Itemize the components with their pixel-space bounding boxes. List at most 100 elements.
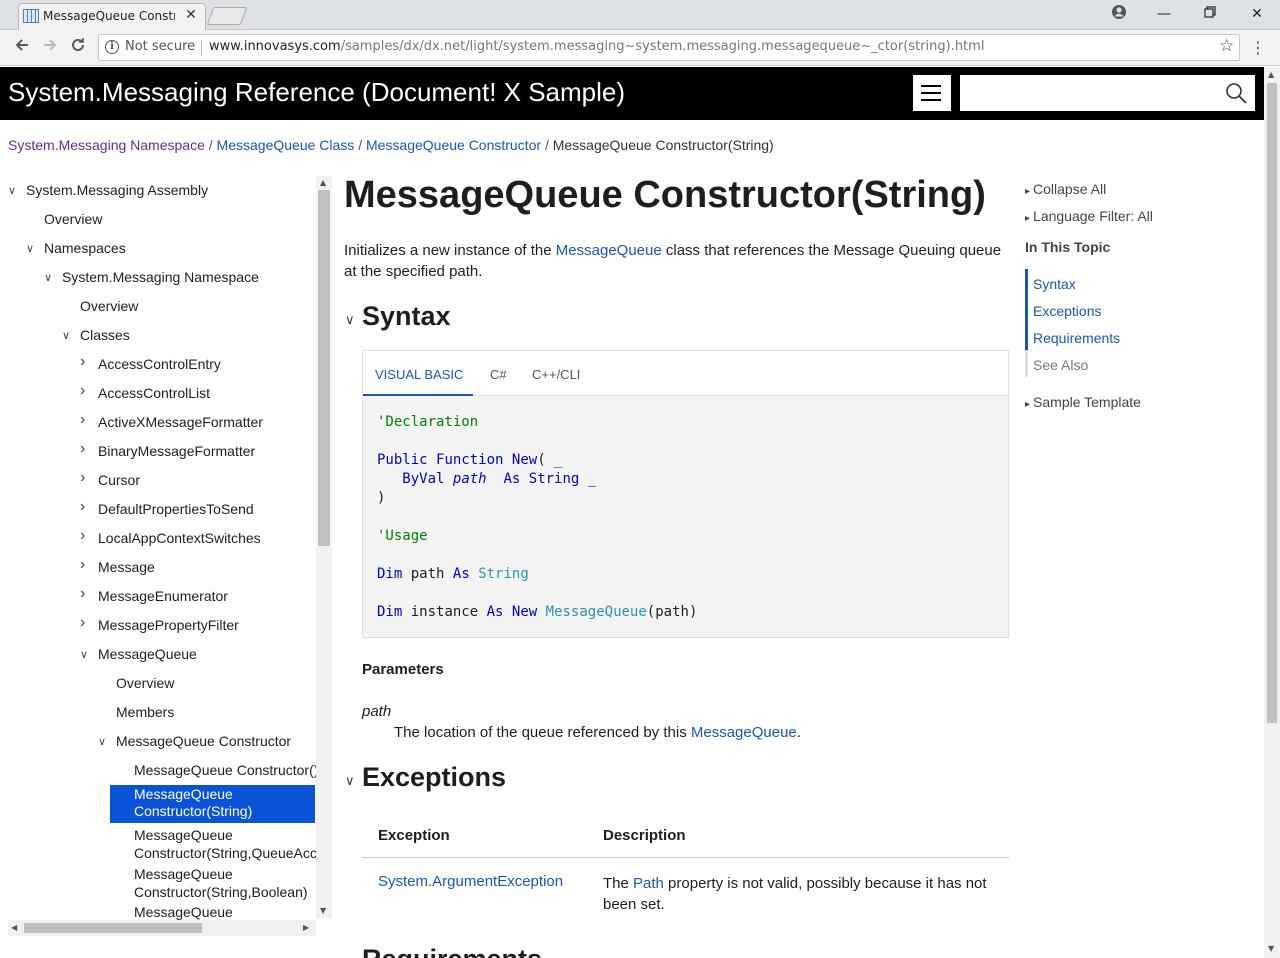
breadcrumb-link-class[interactable]: MessageQueue Class: [217, 137, 355, 153]
toc-horizontal-scrollbar[interactable]: ◀ ▶: [8, 920, 316, 936]
forward-arrow-icon[interactable]: [38, 36, 62, 60]
param-messagequeue-link[interactable]: MessageQueue: [691, 724, 797, 741]
chevron-down-icon[interactable]: ∨: [8, 185, 20, 197]
chevron-right-icon[interactable]: ›: [80, 528, 92, 544]
topic-link-requirements[interactable]: Requirements: [1033, 330, 1120, 346]
code-type: String: [528, 471, 580, 487]
topic-link-syntax[interactable]: Syntax: [1033, 276, 1076, 292]
tab-csharp[interactable]: C#: [490, 367, 507, 382]
breadcrumb-link-constructor[interactable]: MessageQueue Constructor: [366, 137, 541, 153]
toc-item[interactable]: Message: [98, 559, 155, 575]
toc-item[interactable]: Overview: [80, 298, 138, 314]
requirements-heading[interactable]: Requirements: [362, 944, 542, 958]
chevron-right-icon[interactable]: ›: [80, 383, 92, 399]
site-title[interactable]: System.Messaging Reference (Document! X …: [8, 77, 625, 108]
security-status[interactable]: Not secure: [125, 39, 195, 54]
toc-item[interactable]: MessageQueue Constructor(): [134, 762, 318, 778]
chevron-right-icon[interactable]: ›: [80, 441, 92, 457]
collapse-all-button[interactable]: Collapse All: [1025, 181, 1106, 197]
chevron-down-icon[interactable]: ∨: [98, 736, 110, 748]
toc-item[interactable]: MessageQueue: [134, 904, 233, 920]
topic-link-see-also[interactable]: See Also: [1033, 357, 1088, 373]
toc-item[interactable]: System.Messaging Assembly: [26, 182, 208, 198]
toc-item[interactable]: DefaultPropertiesToSend: [98, 501, 254, 517]
chevron-right-icon[interactable]: ›: [80, 412, 92, 428]
toc-scrollbar[interactable]: ▲ ▼: [316, 176, 332, 918]
exceptions-heading[interactable]: Exceptions: [362, 762, 506, 793]
toc-item[interactable]: AccessControlList: [98, 385, 210, 401]
intro-messagequeue-link[interactable]: MessageQueue: [556, 242, 662, 259]
minimize-icon[interactable]: —: [1152, 4, 1176, 24]
toc-item[interactable]: Classes: [80, 327, 130, 343]
sample-template-button[interactable]: Sample Template: [1025, 394, 1141, 410]
tab-cpp-cli[interactable]: C++/CLI: [532, 367, 580, 382]
syntax-collapse-chevron-icon[interactable]: ∨: [345, 312, 355, 328]
chevron-right-icon[interactable]: ›: [80, 586, 92, 602]
chevron-right-icon[interactable]: ›: [80, 470, 92, 486]
toc-item[interactable]: MessageEnumerator: [98, 588, 228, 604]
toc-scroll-left-icon[interactable]: ◀: [11, 923, 17, 932]
toc-scroll-thumb[interactable]: [318, 190, 330, 546]
toc-item[interactable]: ActiveXMessageFormatter: [98, 414, 263, 430]
close-tab-icon[interactable]: ✕: [183, 7, 199, 23]
restore-icon[interactable]: [1198, 4, 1222, 24]
reload-icon[interactable]: [66, 36, 90, 60]
toc-item[interactable]: MessageQueue Constructor(String,QueueAcc: [134, 826, 317, 862]
scroll-up-icon[interactable]: ▲: [1268, 70, 1274, 79]
url-divider: [201, 40, 202, 56]
code-type-link[interactable]: String: [478, 566, 529, 582]
chevron-down-icon[interactable]: ∨: [26, 243, 38, 255]
close-window-icon[interactable]: ✕: [1245, 4, 1269, 24]
info-icon[interactable]: i: [105, 40, 119, 54]
toc-item-selected[interactable]: MessageQueue Constructor(String): [110, 785, 315, 823]
toc-hscroll-thumb[interactable]: [24, 923, 202, 933]
toc-item[interactable]: AccessControlEntry: [98, 356, 221, 372]
syntax-heading[interactable]: Syntax: [362, 301, 451, 332]
exceptions-collapse-chevron-icon[interactable]: ∨: [345, 773, 355, 789]
toc-scroll-up-icon[interactable]: ▲: [320, 178, 326, 187]
page-scrollbar[interactable]: ▲ ▼: [1264, 67, 1280, 958]
toc-item[interactable]: BinaryMessageFormatter: [98, 443, 255, 459]
toc-item[interactable]: MessagePropertyFilter: [98, 617, 239, 633]
browser-tab[interactable]: MessageQueue Constructor(String) ✕: [18, 3, 206, 30]
toc-item[interactable]: Overview: [44, 211, 102, 227]
back-arrow-icon[interactable]: [10, 36, 34, 60]
chevron-right-icon[interactable]: ›: [80, 354, 92, 370]
bookmark-star-icon[interactable]: ☆: [1219, 36, 1234, 56]
scroll-down-icon[interactable]: ▼: [1268, 944, 1274, 953]
toc-item[interactable]: MessageQueue Constructor(String,Boolean): [134, 865, 308, 901]
chevron-down-icon[interactable]: ∨: [62, 330, 74, 342]
toc-item[interactable]: System.Messaging Namespace: [62, 269, 259, 285]
new-tab-button[interactable]: [206, 7, 248, 25]
exception-link[interactable]: System.ArgumentException: [378, 873, 563, 890]
toc-item[interactable]: LocalAppContextSwitches: [98, 530, 261, 546]
chevron-right-icon[interactable]: ›: [80, 615, 92, 631]
toc-item-label: Constructor(String,Boolean): [134, 884, 308, 900]
toc-item[interactable]: MessageQueue: [98, 646, 197, 662]
chevron-down-icon[interactable]: ∨: [80, 649, 92, 661]
toc-item[interactable]: Members: [116, 704, 174, 720]
browser-menu-icon[interactable]: ⋮: [1250, 36, 1266, 60]
page-scroll-thumb[interactable]: [1267, 83, 1277, 723]
chevron-down-icon[interactable]: ∨: [44, 272, 56, 284]
search-input[interactable]: [960, 75, 1255, 111]
toc-item[interactable]: MessageQueue Constructor: [116, 733, 291, 749]
profile-icon[interactable]: [1107, 4, 1131, 24]
toc-menu-button[interactable]: [913, 75, 951, 111]
tab-visual-basic[interactable]: VISUAL BASIC: [362, 367, 474, 396]
search-icon[interactable]: [1225, 82, 1247, 104]
toc-scroll-down-icon[interactable]: ▼: [320, 906, 326, 915]
path-property-link[interactable]: Path: [633, 875, 664, 892]
address-bar[interactable]: i Not secure www.innovasys.com/samples/d…: [98, 34, 1240, 61]
chevron-right-icon[interactable]: ›: [80, 499, 92, 515]
toc-scroll-right-icon[interactable]: ▶: [303, 923, 309, 932]
chevron-right-icon[interactable]: ›: [80, 557, 92, 573]
toc-item[interactable]: Namespaces: [44, 240, 126, 256]
breadcrumb-link-namespace[interactable]: System.Messaging Namespace: [8, 137, 205, 153]
url-text[interactable]: www.innovasys.com/samples/dx/dx.net/ligh…: [209, 39, 984, 54]
language-filter-button[interactable]: Language Filter: All: [1025, 208, 1153, 224]
code-type-link[interactable]: MessageQueue: [546, 604, 647, 620]
topic-link-exceptions[interactable]: Exceptions: [1033, 303, 1101, 319]
toc-item[interactable]: Overview: [116, 675, 174, 691]
toc-item[interactable]: Cursor: [98, 472, 140, 488]
